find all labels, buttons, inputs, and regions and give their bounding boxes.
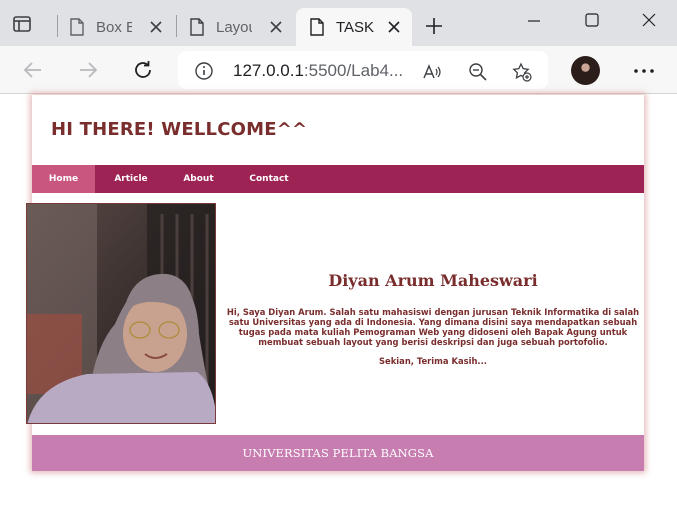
tab-actions-icon[interactable] (12, 14, 32, 34)
forward-arrow-icon[interactable] (76, 58, 100, 82)
profile-section: Diyan Arum Maheswari Hi, Saya Diyan Arum… (222, 271, 644, 366)
page-title: HI THERE! WELLCOME^^ (51, 119, 308, 140)
minimize-icon[interactable] (521, 10, 547, 32)
tab-bar: Box E Layou TASK (0, 0, 677, 46)
close-icon[interactable] (148, 19, 164, 35)
tab-box[interactable]: Box E (66, 8, 174, 46)
profile-avatar[interactable] (571, 56, 600, 85)
address-bar[interactable]: 127.0.0.1:5500/Lab4... (178, 51, 548, 89)
favorite-add-icon[interactable] (512, 62, 532, 82)
more-icon[interactable] (633, 68, 655, 74)
tab-title: Box E (96, 18, 132, 36)
page-container: HI THERE! WELLCOME^^ Home Article About … (26, 95, 644, 471)
document-icon (310, 18, 324, 36)
url-path: :5500/Lab4... (303, 61, 404, 80)
nav-about[interactable]: About (167, 165, 230, 193)
document-icon (70, 18, 84, 36)
tab-separator (57, 15, 58, 37)
url-host: 127.0.0.1 (233, 61, 304, 80)
maximize-icon[interactable] (579, 10, 605, 32)
url-text[interactable]: 127.0.0.1:5500/Lab4... (233, 61, 403, 81)
plus-icon[interactable] (424, 16, 444, 36)
tab-layout[interactable]: Layou (186, 8, 294, 46)
window-close-icon[interactable] (636, 10, 662, 32)
nav-home[interactable]: Home (32, 165, 95, 193)
tab-title: TASK (336, 18, 375, 36)
close-icon[interactable] (386, 19, 402, 35)
profile-photo (26, 203, 216, 424)
footer-text: UNIVERSITAS PELITA BANGSA (242, 446, 434, 460)
refresh-icon[interactable] (131, 58, 155, 82)
profile-name: Diyan Arum Maheswari (328, 271, 538, 290)
page-viewport: HI THERE! WELLCOME^^ Home Article About … (0, 95, 677, 513)
profile-closing: Sekian, Terima Kasih... (379, 356, 487, 366)
zoom-out-icon[interactable] (468, 62, 488, 82)
portrait-image (27, 204, 215, 423)
document-icon (190, 18, 204, 36)
tab-task[interactable]: TASK (296, 8, 412, 46)
tab-separator (176, 15, 177, 37)
nav-bar: Home Article About Contact (32, 165, 644, 193)
close-icon[interactable] (268, 19, 284, 35)
address-toolbar: 127.0.0.1:5500/Lab4... (0, 46, 677, 94)
page-header: HI THERE! WELLCOME^^ (32, 95, 644, 165)
tab-title: Layou (216, 18, 252, 36)
profile-description: Hi, Saya Diyan Arum. Salah satu mahasisw… (226, 307, 640, 347)
back-arrow-icon[interactable] (21, 58, 45, 82)
nav-contact[interactable]: Contact (236, 165, 302, 193)
page-footer: UNIVERSITAS PELITA BANGSA (32, 435, 644, 471)
nav-article[interactable]: Article (100, 165, 162, 193)
info-icon[interactable] (194, 61, 214, 81)
read-aloud-icon[interactable] (422, 62, 442, 82)
